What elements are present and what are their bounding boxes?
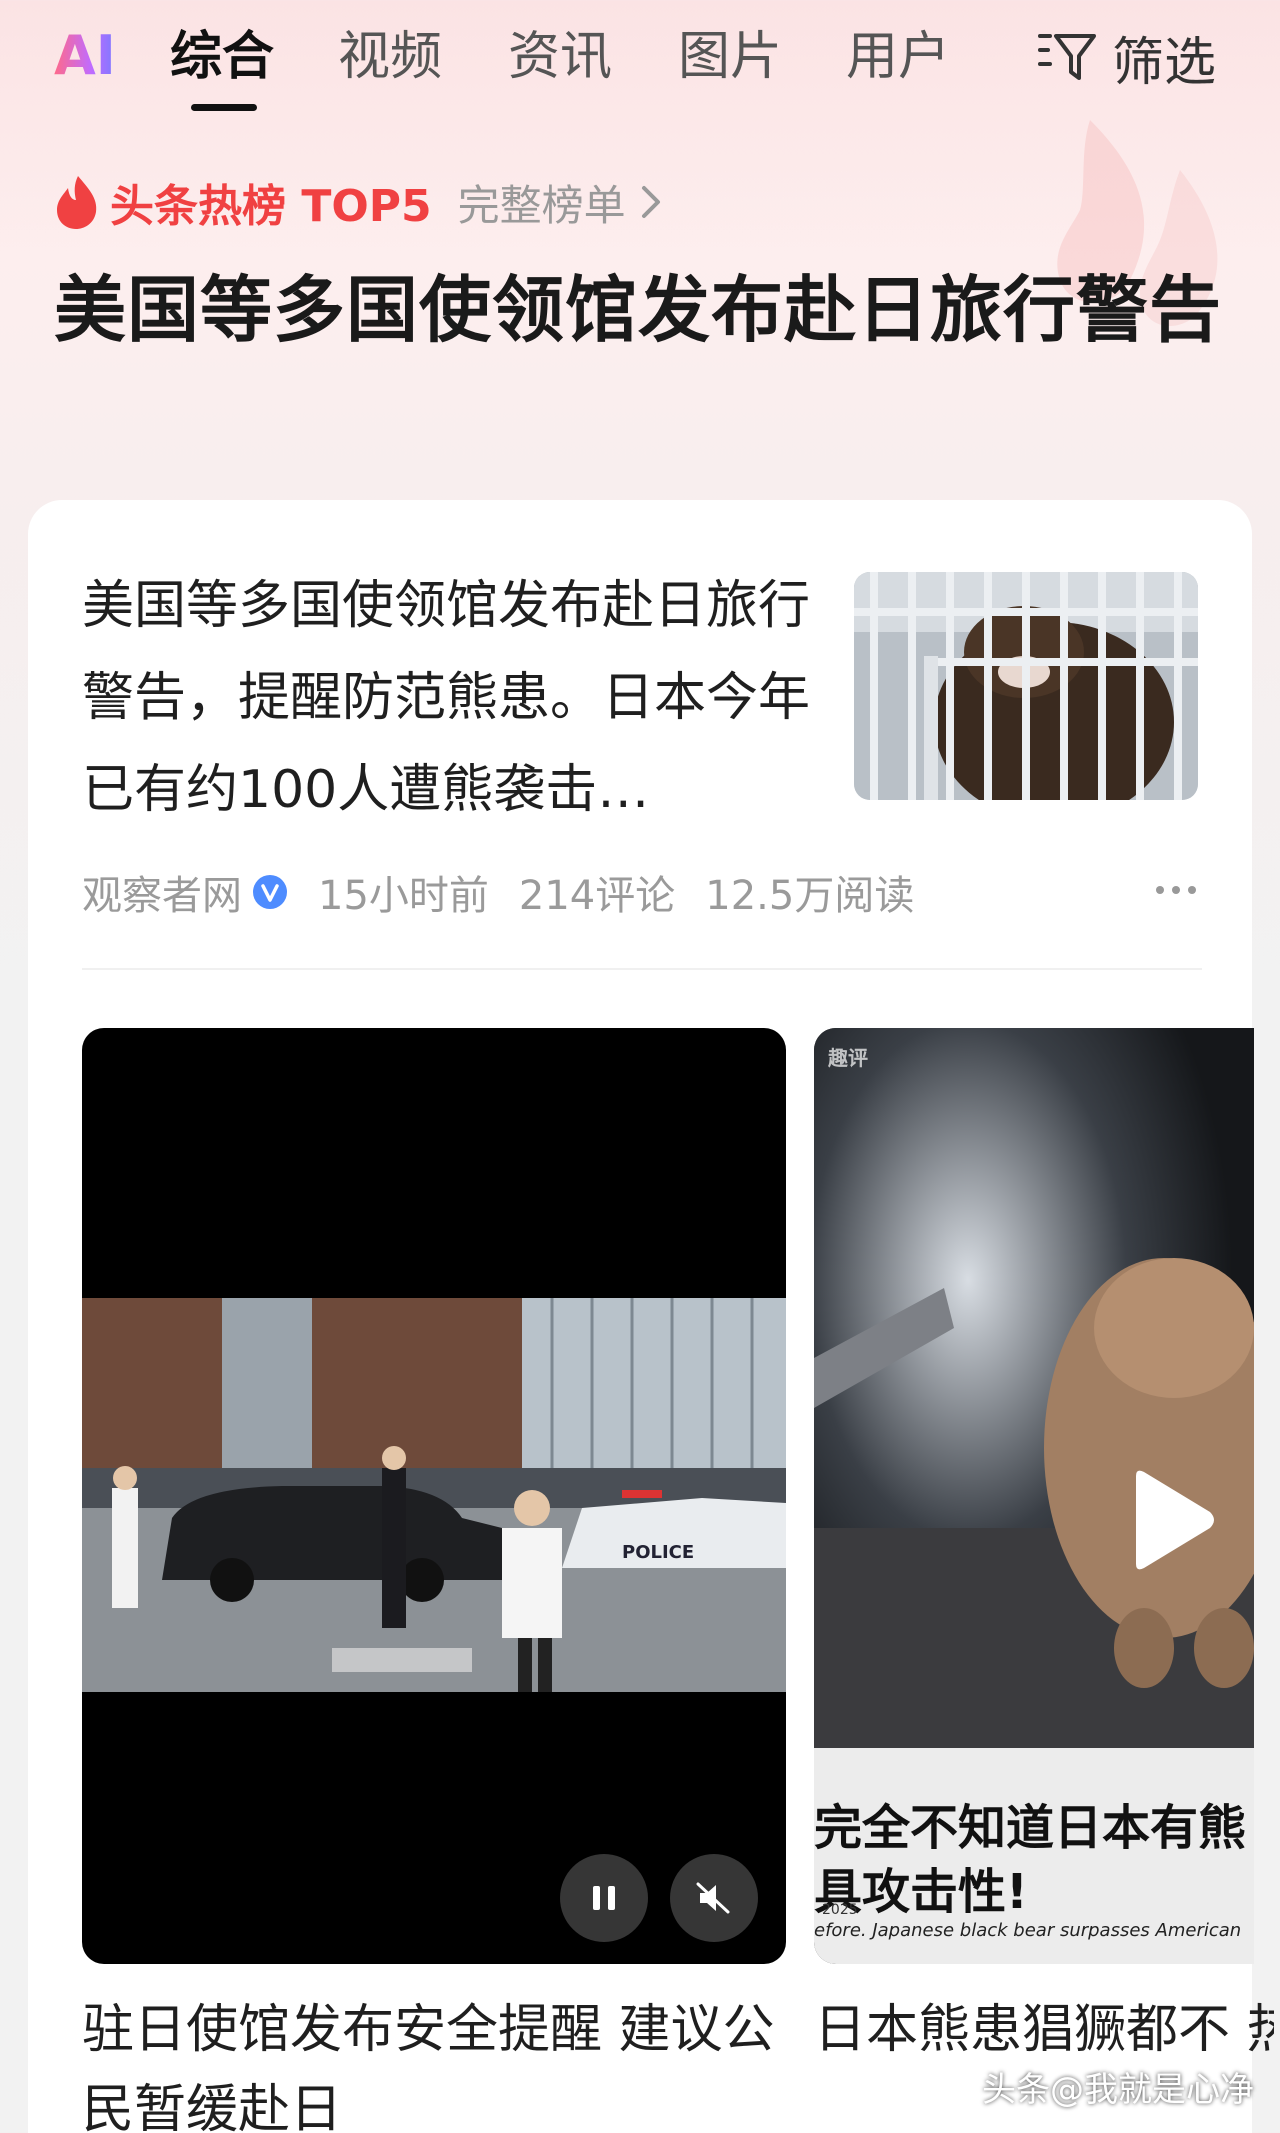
article-thumbnail[interactable] <box>854 572 1198 800</box>
video-title-2[interactable]: 日本熊患猖獗都不 热评 - 能只是想让你 <box>814 1990 1274 2070</box>
video-player-2[interactable]: 趣评 完全不知道日本有熊 具攻击性! 2025 efore. Japanese … <box>814 1028 1254 1964</box>
filter-button[interactable]: 筛选 <box>1036 22 1217 93</box>
article-meta: 观察者网 15小时前 214评论 12.5万阅读 <box>82 860 1202 924</box>
tab-comprehensive[interactable]: 综合 <box>170 22 274 92</box>
tab-images[interactable]: 图片 <box>678 22 782 92</box>
filter-icon <box>1038 34 1096 80</box>
video-player-1[interactable]: POLICE <box>82 1028 786 1964</box>
pause-button[interactable] <box>560 1854 648 1942</box>
tab-users[interactable]: 用户 <box>846 22 950 92</box>
filter-label: 筛选 <box>1112 32 1217 93</box>
hot-list-title: 头条热榜 TOP5 <box>110 181 432 232</box>
video-corner-tag: 趣评 <box>828 1046 868 1070</box>
mute-button[interactable] <box>670 1854 758 1942</box>
result-card: 美国等多国使领馆发布赴日旅行警告，提醒防范熊患。日本今年已有约100人遭熊袭击… <box>28 500 1274 2133</box>
article-summary[interactable]: 美国等多国使领馆发布赴日旅行警告，提醒防范熊患。日本今年已有约100人遭熊袭击… <box>82 560 822 836</box>
bear-at-night-video-frame <box>814 1028 1254 1748</box>
video-title-1[interactable]: 驻日使馆发布安全提醒 建议公民暂缓赴日 <box>82 1990 802 2133</box>
bear-in-cage-image <box>854 572 1198 800</box>
divider <box>82 968 1202 970</box>
search-tab-bar: AI 综合 视频 资讯 图片 用户 筛选 <box>0 0 1280 120</box>
more-options-icon[interactable] <box>1154 882 1198 898</box>
watermark: 头条@我就是心净 <box>982 2070 1254 2110</box>
video-caption-overlay: 完全不知道日本有熊 具攻击性! 2025 efore. Japanese bla… <box>814 1748 1254 1964</box>
full-list-link[interactable]: 完整榜单 <box>458 172 626 233</box>
read-count: 12.5万阅读 <box>705 873 915 919</box>
police-car-text: POLICE <box>622 1542 694 1563</box>
street-scene-video-frame: POLICE <box>82 1298 786 1692</box>
muted-speaker-icon <box>696 1882 730 1914</box>
play-icon[interactable] <box>1122 1466 1218 1574</box>
hot-headline[interactable]: 美国等多国使领馆发布赴日旅行警告 <box>54 258 1224 362</box>
publish-time: 15小时前 <box>318 873 489 919</box>
flame-icon <box>57 176 97 229</box>
caption-year: 2025 <box>822 1902 858 1918</box>
hot-list-header[interactable]: 头条热榜 TOP5 完整榜单 <box>54 170 664 234</box>
caption-line-1: 完全不知道日本有熊 <box>814 1800 1247 1856</box>
caption-english: efore. Japanese black bear surpasses Ame… <box>814 1920 1242 1941</box>
tab-news[interactable]: 资讯 <box>508 22 612 92</box>
ai-tab[interactable]: AI <box>54 24 116 87</box>
source-name[interactable]: 观察者网 <box>82 863 242 921</box>
active-tab-indicator <box>191 104 257 111</box>
comment-count: 214评论 <box>518 873 676 919</box>
pause-icon <box>593 1886 615 1910</box>
tab-video[interactable]: 视频 <box>338 22 442 92</box>
verified-badge-icon <box>253 875 287 909</box>
chevron-right-icon <box>641 186 660 218</box>
